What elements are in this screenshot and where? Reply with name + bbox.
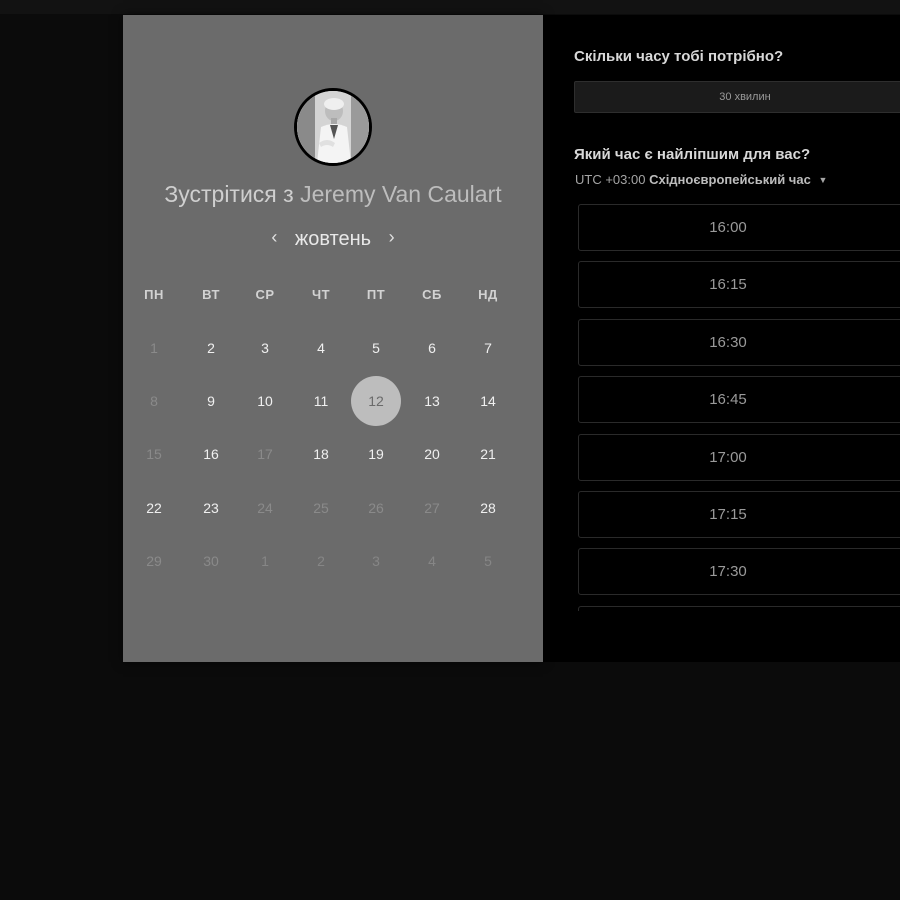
caret-down-icon: ▼ [818, 175, 828, 185]
chevron-left-icon[interactable]: ‹ [263, 227, 285, 248]
calendar-day[interactable]: 2 [186, 323, 236, 373]
calendar-day[interactable]: 9 [186, 376, 236, 426]
calendar-day: 24 [257, 500, 273, 516]
duration-selector[interactable]: 30 хвилин [574, 81, 900, 113]
timezone-name: Східноєвропейський час [649, 172, 811, 187]
calendar-day[interactable]: 14 [463, 376, 513, 426]
chevron-right-icon[interactable]: › [381, 227, 403, 248]
host-name: Jeremy Van Caulart [300, 181, 502, 207]
time-slot-list[interactable]: 16:00 16:15 16:30 16:45 17:00 17:15 17:30 17:45 [578, 204, 900, 611]
calendar-day-selected[interactable]: 12 [351, 376, 401, 426]
calendar-day: 3 [372, 553, 380, 569]
calendar-day[interactable]: 4 [296, 323, 346, 373]
time-slot[interactable]: 16:30 [578, 319, 900, 366]
timezone-offset: UTC +03:00 [575, 172, 646, 187]
calendar-day[interactable]: 11 [296, 376, 346, 426]
calendar-day[interactable]: 16 [186, 429, 236, 479]
calendar-day: 8 [150, 393, 158, 409]
weekday-label: ЧТ [311, 287, 331, 302]
calendar-day: 2 [317, 553, 325, 569]
calendar-day: 25 [313, 500, 329, 516]
weekday-label: СБ [422, 287, 442, 302]
timezone-selector[interactable]: UTC +03:00 Східноєвропейський час ▼ [575, 172, 827, 187]
top-strip [0, 0, 900, 14]
calendar-day[interactable]: 13 [407, 376, 457, 426]
calendar-day[interactable]: 20 [407, 429, 457, 479]
calendar-day: 1 [261, 553, 269, 569]
calendar-day[interactable]: 10 [240, 376, 290, 426]
time-slot[interactable]: 16:00 [578, 204, 900, 251]
weekday-label: СР [255, 287, 275, 302]
calendar-day[interactable]: 6 [407, 323, 457, 373]
time-slot[interactable]: 17:00 [578, 434, 900, 481]
time-slot[interactable]: 17:15 [578, 491, 900, 538]
weekday-label: ВТ [202, 287, 220, 302]
person-photo-icon [297, 91, 369, 163]
calendar-day: 27 [424, 500, 440, 516]
meeting-title: Зустрітися з Jeremy Van Caulart [123, 181, 543, 208]
calendar-day[interactable]: 7 [463, 323, 513, 373]
host-avatar [294, 88, 372, 166]
time-slot[interactable]: 16:15 [578, 261, 900, 308]
calendar-day: 1 [150, 340, 158, 356]
calendar-day: 26 [368, 500, 384, 516]
weekday-label: ПТ [366, 287, 386, 302]
month-label: жовтень [294, 228, 372, 250]
time-slot[interactable]: 16:45 [578, 376, 900, 423]
month-navigation: ‹ жовтень › [123, 227, 543, 251]
calendar-day: 30 [203, 553, 219, 569]
booking-page: Зустрітися з Jeremy Van Caulart ‹ жовтен… [0, 0, 900, 900]
calendar-day[interactable]: 19 [351, 429, 401, 479]
calendar-day[interactable]: 5 [351, 323, 401, 373]
calendar-day[interactable]: 22 [129, 483, 179, 533]
calendar-day: 5 [484, 553, 492, 569]
calendar-day[interactable]: 23 [186, 483, 236, 533]
time-slot[interactable]: 17:30 [578, 548, 900, 595]
calendar-day[interactable]: 18 [296, 429, 346, 479]
calendar-panel: Зустрітися з Jeremy Van Caulart ‹ жовтен… [123, 15, 543, 662]
weekday-label: НД [478, 287, 498, 302]
calendar-day: 17 [257, 446, 273, 462]
calendar-day: 29 [146, 553, 162, 569]
duration-question: Скільки часу тобі потрібно? [574, 48, 784, 65]
weekday-label: ПН [144, 287, 164, 302]
calendar-day[interactable]: 3 [240, 323, 290, 373]
time-panel: Скільки часу тобі потрібно? 30 хвилин Як… [543, 15, 900, 662]
calendar-day[interactable]: 28 [463, 483, 513, 533]
calendar-day: 4 [428, 553, 436, 569]
time-question: Який час є найліпшим для вас? [574, 146, 811, 163]
calendar-day: 15 [146, 446, 162, 462]
meet-prefix: Зустрітися з [164, 181, 294, 207]
calendar-day[interactable]: 21 [463, 429, 513, 479]
time-slot[interactable]: 17:45 [578, 606, 900, 611]
